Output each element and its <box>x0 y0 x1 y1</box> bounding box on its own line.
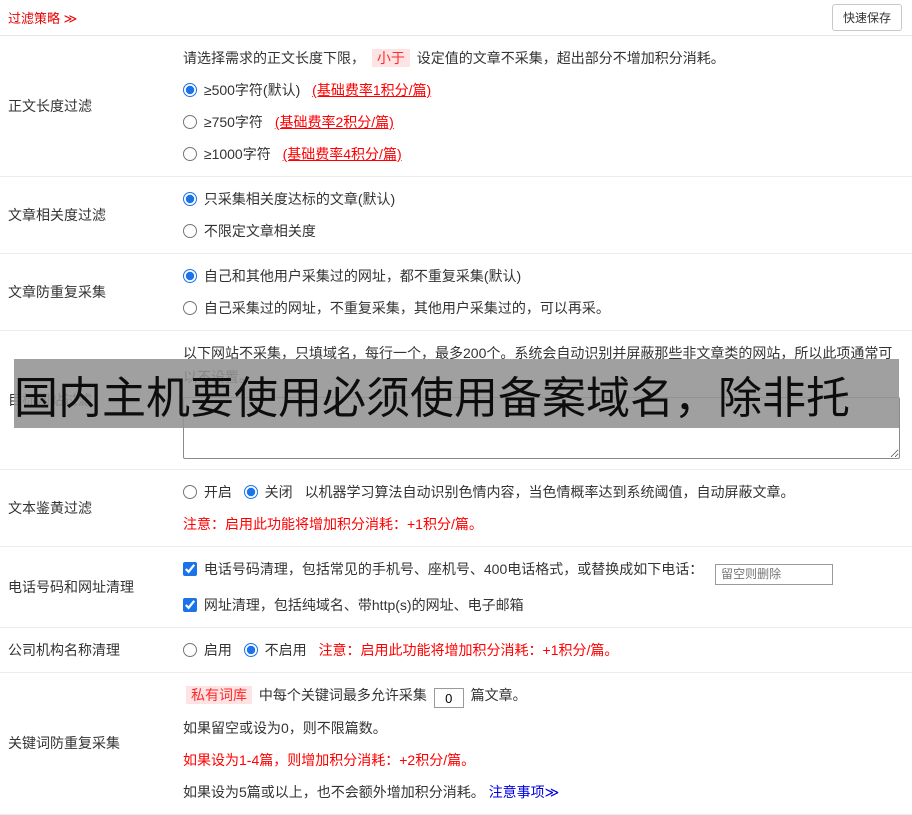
section-relevance-content: 只采集相关度达标的文章(默认) 不限定文章相关度 <box>183 177 912 253</box>
section-keyword-dedupe: 关键词防重复采集 私有词库 中每个关键词最多允许采集 篇文章。 如果留空或设为0… <box>0 673 912 815</box>
keyword-limit-mid: 中每个关键词最多允许采集 <box>259 687 427 703</box>
relevance-option-any-radio[interactable] <box>183 224 197 238</box>
quick-save-button[interactable]: 快速保存 <box>832 4 902 31</box>
section-dedupe: 文章防重复采集 自己和其他用户采集过的网址，都不重复采集(默认) 自己采集过的网… <box>0 254 912 331</box>
notice-overlay-banner: 国内主机要使用必须使用备案域名，除非托 <box>14 359 899 428</box>
length-option-500[interactable]: ≥500字符(默认) <box>183 82 304 98</box>
company-clean-option-off[interactable]: 不启用 <box>244 642 311 658</box>
porn-filter-on-radio[interactable] <box>183 485 197 499</box>
length-option-1000-note: (基础费率4积分/篇) <box>283 146 402 162</box>
porn-filter-option-off[interactable]: 关闭 <box>244 484 297 500</box>
section-relevance-label: 文章相关度过滤 <box>0 177 183 253</box>
length-option-1000-label: ≥1000字符 <box>204 146 271 162</box>
length-option-500-radio[interactable] <box>183 83 197 97</box>
private-thesaurus-highlight: 私有词库 <box>186 686 252 704</box>
phone-clean-checkbox[interactable] <box>183 562 197 576</box>
length-intro-highlight: 小于 <box>372 49 410 67</box>
keyword-note-five-text: 如果设为5篇或以上，也不会额外增加积分消耗。 <box>183 784 485 800</box>
company-clean-off-label: 不启用 <box>265 642 307 658</box>
section-length-filter: 正文长度过滤 请选择需求的正文长度下限， 小于 设定值的文章不采集，超出部分不增… <box>0 36 912 177</box>
section-dedupe-label: 文章防重复采集 <box>0 254 183 330</box>
relevance-option-any-label: 不限定文章相关度 <box>204 223 316 239</box>
length-intro-post: 设定值的文章不采集，超出部分不增加积分消耗。 <box>417 50 725 66</box>
section-company-content: 启用 不启用 注意：启用此功能将增加积分消耗：+1积分/篇。 <box>183 628 912 672</box>
section-keyword-label: 关键词防重复采集 <box>0 673 183 815</box>
section-length-label: 正文长度过滤 <box>0 36 183 176</box>
length-option-500-label: ≥500字符(默认) <box>204 82 300 98</box>
filter-strategy-page: 过滤策略 ≫ 快速保存 正文长度过滤 请选择需求的正文长度下限， 小于 设定值的… <box>0 0 912 815</box>
keyword-note-cost: 如果设为1-4篇，则增加积分消耗：+2积分/篇。 <box>183 748 900 772</box>
keyword-limit-input[interactable] <box>434 688 464 708</box>
url-clean-label: 网址清理，包括纯域名、带http(s)的网址、电子邮箱 <box>204 597 524 613</box>
relevance-option-any[interactable]: 不限定文章相关度 <box>183 223 316 239</box>
dedupe-option-self-radio[interactable] <box>183 301 197 315</box>
section-phone-url-label: 电话号码和网址清理 <box>0 547 183 627</box>
relevance-option-strict-label: 只采集相关度达标的文章(默认) <box>204 191 395 207</box>
notes-link[interactable]: 注意事项≫ <box>489 784 560 800</box>
replacement-phone-input[interactable] <box>715 564 833 585</box>
length-option-1000[interactable]: ≥1000字符 <box>183 146 275 162</box>
section-length-content: 请选择需求的正文长度下限， 小于 设定值的文章不采集，超出部分不增加积分消耗。 … <box>183 36 912 176</box>
porn-filter-warning: 注意：启用此功能将增加积分消耗：+1积分/篇。 <box>183 512 900 536</box>
section-keyword-content: 私有词库 中每个关键词最多允许采集 篇文章。 如果留空或设为0，则不限篇数。 如… <box>183 673 912 815</box>
porn-filter-on-label: 开启 <box>204 484 232 500</box>
section-porn-filter-content: 开启 关闭 以机器学习算法自动识别色情内容，当色情概率达到系统阈值，自动屏蔽文章… <box>183 470 912 546</box>
phone-clean-label: 电话号码清理，包括常见的手机号、座机号、400电话格式，或替换成如下电话： <box>204 561 703 577</box>
section-porn-filter: 文本鉴黄过滤 开启 关闭 以机器学习算法自动识别色情内容，当色情概率达到系统阈值… <box>0 470 912 547</box>
keyword-note-five: 如果设为5篇或以上，也不会额外增加积分消耗。 注意事项≫ <box>183 780 900 804</box>
porn-filter-off-radio[interactable] <box>244 485 258 499</box>
section-company-label: 公司机构名称清理 <box>0 628 183 672</box>
company-clean-option-on[interactable]: 启用 <box>183 642 236 658</box>
porn-filter-option-on[interactable]: 开启 <box>183 484 236 500</box>
dedupe-option-self-label: 自己采集过的网址，不重复采集，其他用户采集过的，可以再采。 <box>204 300 610 316</box>
dedupe-option-all-radio[interactable] <box>183 269 197 283</box>
length-option-row-750: ≥750字符 (基础费率2积分/篇) <box>183 110 900 134</box>
porn-filter-off-label: 关闭 <box>265 484 293 500</box>
company-clean-on-radio[interactable] <box>183 643 197 657</box>
section-company-clean: 公司机构名称清理 启用 不启用 注意：启用此功能将增加积分消耗：+1积分/篇。 <box>0 628 912 673</box>
relevance-option-strict-radio[interactable] <box>183 192 197 206</box>
length-option-500-note: (基础费率1积分/篇) <box>312 82 431 98</box>
dedupe-option-all[interactable]: 自己和其他用户采集过的网址，都不重复采集(默认) <box>183 268 521 284</box>
length-option-row-500: ≥500字符(默认) (基础费率1积分/篇) <box>183 78 900 102</box>
section-phone-url-clean: 电话号码和网址清理 电话号码清理，包括常见的手机号、座机号、400电话格式，或替… <box>0 547 912 628</box>
length-option-750[interactable]: ≥750字符 <box>183 114 267 130</box>
keyword-note-zero: 如果留空或设为0，则不限篇数。 <box>183 716 900 740</box>
dedupe-option-self[interactable]: 自己采集过的网址，不重复采集，其他用户采集过的，可以再采。 <box>183 300 610 316</box>
length-option-750-radio[interactable] <box>183 115 197 129</box>
keyword-limit-post: 篇文章。 <box>471 687 527 703</box>
company-clean-off-radio[interactable] <box>244 643 258 657</box>
section-phone-url-content: 电话号码清理，包括常见的手机号、座机号、400电话格式，或替换成如下电话： 网址… <box>183 547 912 627</box>
length-option-750-note: (基础费率2积分/篇) <box>275 114 394 130</box>
section-porn-filter-label: 文本鉴黄过滤 <box>0 470 183 546</box>
topbar: 过滤策略 ≫ 快速保存 <box>0 0 912 36</box>
section-target-site: 目标网站过滤 以下网站不采集，只填域名，每行一个，最多200个。系统会自动识别并… <box>0 331 912 470</box>
length-option-1000-radio[interactable] <box>183 147 197 161</box>
length-option-750-label: ≥750字符 <box>204 114 263 130</box>
porn-filter-desc: 以机器学习算法自动识别色情内容，当色情概率达到系统阈值，自动屏蔽文章。 <box>305 484 795 500</box>
page-title[interactable]: 过滤策略 ≫ <box>8 8 77 27</box>
length-intro-pre: 请选择需求的正文长度下限， <box>183 50 365 66</box>
company-clean-on-label: 启用 <box>204 642 232 658</box>
length-intro: 请选择需求的正文长度下限， 小于 设定值的文章不采集，超出部分不增加积分消耗。 <box>183 46 900 70</box>
section-dedupe-content: 自己和其他用户采集过的网址，都不重复采集(默认) 自己采集过的网址，不重复采集，… <box>183 254 912 330</box>
dedupe-option-all-label: 自己和其他用户采集过的网址，都不重复采集(默认) <box>204 268 521 284</box>
relevance-option-strict[interactable]: 只采集相关度达标的文章(默认) <box>183 191 395 207</box>
phone-clean-option[interactable]: 电话号码清理，包括常见的手机号、座机号、400电话格式，或替换成如下电话： <box>183 561 707 577</box>
length-option-row-1000: ≥1000字符 (基础费率4积分/篇) <box>183 142 900 166</box>
url-clean-option[interactable]: 网址清理，包括纯域名、带http(s)的网址、电子邮箱 <box>183 597 524 613</box>
url-clean-checkbox[interactable] <box>183 598 197 612</box>
keyword-limit-line: 私有词库 中每个关键词最多允许采集 篇文章。 <box>183 683 900 709</box>
section-relevance-filter: 文章相关度过滤 只采集相关度达标的文章(默认) 不限定文章相关度 <box>0 177 912 254</box>
company-clean-warning: 注意：启用此功能将增加积分消耗：+1积分/篇。 <box>319 642 619 658</box>
